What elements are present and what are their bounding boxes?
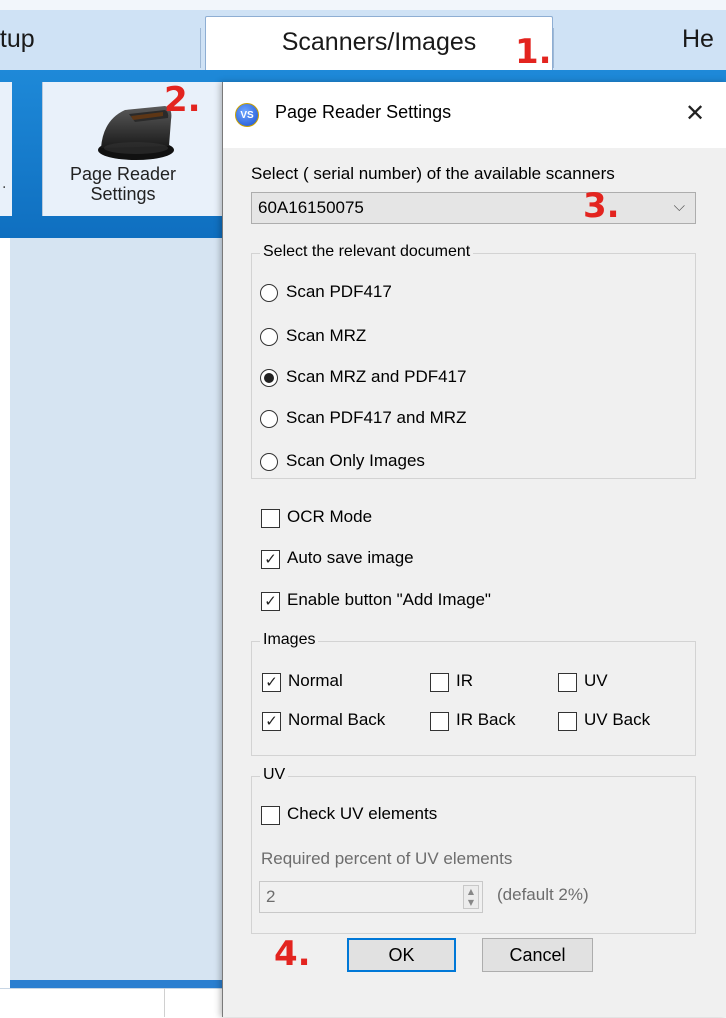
images-group: Images ✓ Normal IR UV ✓ Normal Back IR B… — [251, 631, 696, 756]
uv-default-note: (default 2%) — [497, 885, 589, 904]
checkbox[interactable] — [558, 673, 577, 692]
document-group: Select the relevant document Scan PDF417… — [251, 243, 696, 479]
uv-percent-stepper[interactable]: 2 ▲ ▼ — [259, 881, 483, 913]
step-annotation-2: 2. — [164, 80, 201, 120]
checkbox-label: Normal — [288, 671, 343, 690]
scanner-select[interactable]: 60A16150075 ⌵ — [251, 192, 696, 224]
tab-setup[interactable]: etup — [0, 14, 200, 68]
checkbox-checked[interactable]: ✓ — [262, 712, 281, 731]
radio-button[interactable] — [260, 284, 278, 302]
ribbon-label-line1: Page Reader — [69, 164, 177, 184]
checkbox-label: UV Back — [584, 710, 651, 729]
uv-percent-label: Required percent of UV elements — [261, 849, 513, 868]
radio-button[interactable] — [260, 453, 278, 471]
checkbox[interactable] — [430, 712, 449, 731]
step-annotation-4: 4. — [274, 934, 311, 974]
radio-button[interactable] — [260, 410, 278, 428]
checkbox-label: OCR Mode — [287, 507, 373, 526]
images-group-title: Images — [260, 631, 319, 649]
ribbon-tab-bar: etup Scanners/Images He — [0, 10, 726, 72]
checkbox-label: IR — [456, 671, 473, 690]
chevron-down-icon: ⌵ — [673, 197, 685, 215]
uv-percent-value: 2 — [266, 887, 276, 906]
tab-separator — [200, 28, 201, 68]
checkbox-label: UV — [584, 671, 608, 690]
close-icon[interactable]: ✕ — [679, 98, 711, 130]
ribbon-label-line2: Settings — [90, 184, 156, 204]
checkbox[interactable] — [261, 806, 280, 825]
radio-button[interactable] — [260, 328, 278, 346]
document-group-title: Select the relevant document — [260, 243, 474, 261]
checkbox[interactable] — [261, 509, 280, 528]
tab-help-label: He — [682, 25, 714, 53]
status-divider — [164, 988, 165, 1017]
checkbox-checked[interactable]: ✓ — [261, 592, 280, 611]
dialog-title: Page Reader Settings — [275, 102, 452, 122]
checkbox-label: Auto save image — [287, 548, 414, 567]
tab-help[interactable]: He — [660, 14, 726, 68]
step-annotation-3: 3. — [583, 186, 620, 226]
tab-separator — [553, 28, 554, 68]
page-reader-settings-dialog: VS Page Reader Settings ✕ Select ( seria… — [222, 82, 726, 1017]
checkbox-label: Enable button "Add Image" — [287, 590, 491, 609]
cancel-button[interactable]: Cancel — [482, 938, 593, 972]
main-left-panel — [10, 238, 224, 980]
tab-scanners-images-label: Scanners/Images — [281, 28, 477, 56]
uv-group-title: UV — [260, 766, 289, 784]
page-reader-settings-label: Page Reader Settings — [43, 164, 203, 204]
scanner-select-label: Select ( serial number) of the available… — [251, 164, 615, 183]
ribbon-left-fragment: . — [2, 176, 7, 192]
checkbox-label: Check UV elements — [287, 804, 438, 823]
spin-arrows-icon[interactable]: ▲ ▼ — [463, 885, 479, 909]
radio-label: Scan PDF417 — [286, 282, 392, 301]
checkbox-checked[interactable]: ✓ — [262, 673, 281, 692]
left-panel-bottom-bar — [10, 980, 224, 988]
tab-scanners-images[interactable]: Scanners/Images — [205, 16, 553, 72]
checkbox-label: IR Back — [456, 710, 516, 729]
checkbox[interactable] — [430, 673, 449, 692]
checkbox[interactable] — [558, 712, 577, 731]
checkbox-label: Normal Back — [288, 710, 386, 729]
step-annotation-1: 1. — [515, 32, 552, 72]
vs-logo-icon: VS — [235, 103, 259, 127]
checkbox-checked[interactable]: ✓ — [261, 550, 280, 569]
ok-button[interactable]: OK — [347, 938, 456, 972]
window-top-strip — [0, 0, 726, 10]
tab-setup-label: etup — [0, 25, 35, 53]
scanner-select-value: 60A16150075 — [258, 198, 364, 217]
radio-label: Scan Only Images — [286, 451, 425, 470]
radio-label: Scan PDF417 and MRZ — [286, 408, 467, 427]
dialog-titlebar[interactable]: VS Page Reader Settings ✕ — [223, 82, 726, 148]
ribbon-right-group — [203, 82, 223, 216]
radio-button-selected[interactable] — [260, 369, 278, 387]
radio-label: Scan MRZ and PDF417 — [286, 367, 467, 386]
radio-label: Scan MRZ — [286, 326, 367, 345]
ribbon-left-group — [0, 82, 12, 216]
